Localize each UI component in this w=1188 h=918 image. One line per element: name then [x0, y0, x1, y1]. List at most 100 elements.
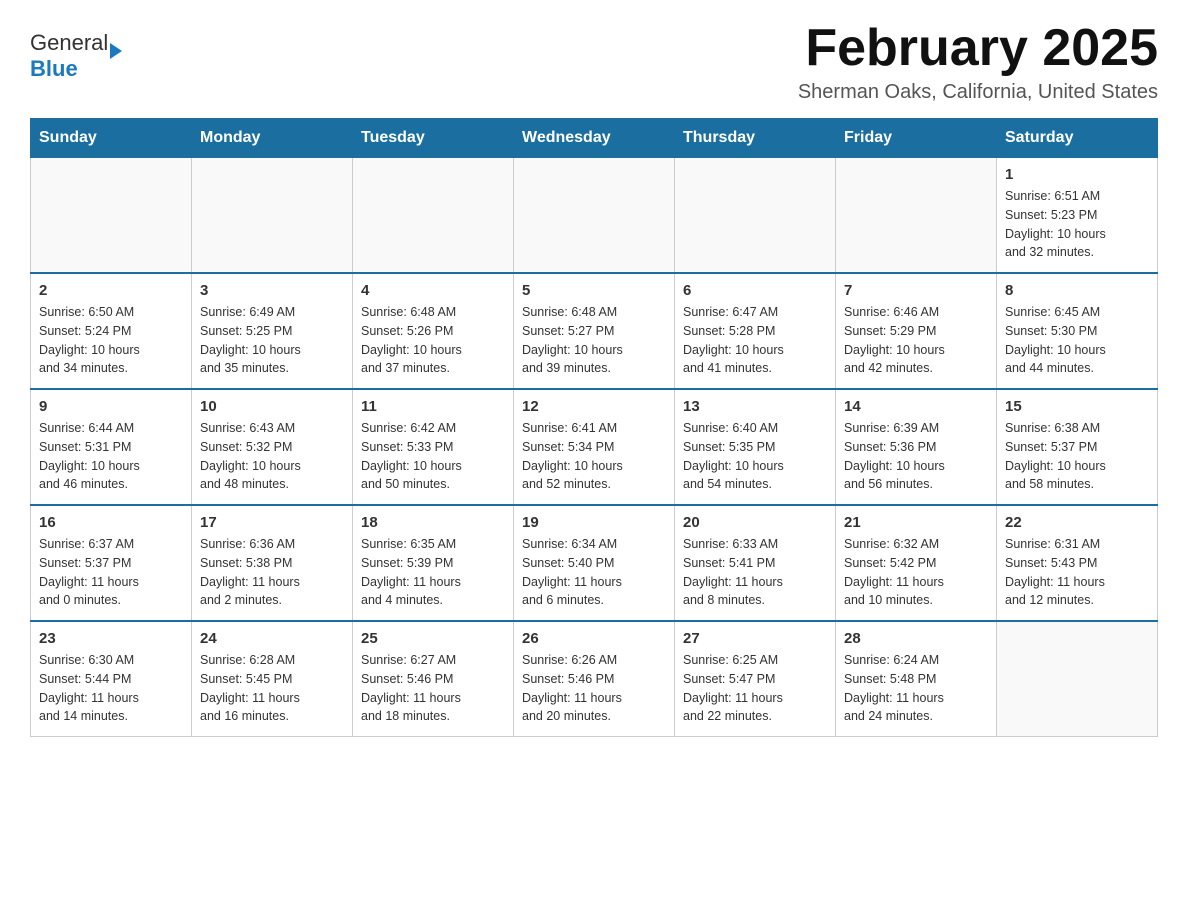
location-subtitle: Sherman Oaks, California, United States	[798, 81, 1158, 104]
calendar-cell: 28 Sunrise: 6:24 AM Sunset: 5:48 PM Dayli…	[836, 621, 997, 737]
day-info: Sunrise: 6:25 AM Sunset: 5:47 PM Dayligh…	[683, 651, 827, 726]
day-number: 13	[683, 398, 827, 415]
calendar-cell: 17Sunrise: 6:36 AM Sunset: 5:38 PM Dayli…	[192, 505, 353, 621]
day-number: 6	[683, 282, 827, 299]
logo-blue: Blue	[30, 56, 78, 81]
day-info: Sunrise: 6:46 AM Sunset: 5:29 PM Dayligh…	[844, 303, 988, 378]
calendar-cell: 15 Sunrise: 6:38 AM Sunset: 5:37 PM Dayli…	[997, 389, 1158, 505]
day-number: 9	[39, 398, 183, 415]
day-info: Sunrise: 6:48 AM Sunset: 5:26 PM Dayligh…	[361, 303, 505, 378]
logo-arrow-icon	[110, 43, 122, 59]
calendar-cell	[31, 158, 192, 274]
calendar-cell: 16Sunrise: 6:37 AM Sunset: 5:37 PM Dayli…	[31, 505, 192, 621]
day-info: Sunrise: 6:45 AM Sunset: 5:30 PM Dayligh…	[1005, 303, 1149, 378]
calendar-cell: 13 Sunrise: 6:40 AM Sunset: 5:35 PM Dayli…	[675, 389, 836, 505]
day-number: 2	[39, 282, 183, 299]
col-header-wednesday: Wednesday	[514, 119, 675, 158]
col-header-monday: Monday	[192, 119, 353, 158]
day-number: 22	[1005, 514, 1149, 531]
calendar-week-row: 23 Sunrise: 6:30 AM Sunset: 5:44 PM Dayli…	[31, 621, 1158, 737]
calendar-cell: 6Sunrise: 6:47 AM Sunset: 5:28 PM Daylig…	[675, 273, 836, 389]
calendar-cell	[353, 158, 514, 274]
day-info: Sunrise: 6:49 AM Sunset: 5:25 PM Dayligh…	[200, 303, 344, 378]
calendar-cell	[836, 158, 997, 274]
calendar-cell	[675, 158, 836, 274]
col-header-thursday: Thursday	[675, 119, 836, 158]
day-info: Sunrise: 6:31 AM Sunset: 5:43 PM Dayligh…	[1005, 535, 1149, 610]
calendar-cell: 26 Sunrise: 6:26 AM Sunset: 5:46 PM Dayli…	[514, 621, 675, 737]
day-number: 20	[683, 514, 827, 531]
day-number: 5	[522, 282, 666, 299]
calendar-cell: 8 Sunrise: 6:45 AM Sunset: 5:30 PM Daylig…	[997, 273, 1158, 389]
day-number: 23	[39, 630, 183, 647]
day-info: Sunrise: 6:42 AM Sunset: 5:33 PM Dayligh…	[361, 419, 505, 494]
day-number: 18	[361, 514, 505, 531]
day-number: 3	[200, 282, 344, 299]
calendar-cell: 12 Sunrise: 6:41 AM Sunset: 5:34 PM Dayli…	[514, 389, 675, 505]
day-number: 24	[200, 630, 344, 647]
calendar-cell: 10Sunrise: 6:43 AM Sunset: 5:32 PM Dayli…	[192, 389, 353, 505]
day-number: 21	[844, 514, 988, 531]
calendar-cell	[192, 158, 353, 274]
calendar-cell: 5 Sunrise: 6:48 AM Sunset: 5:27 PM Daylig…	[514, 273, 675, 389]
logo: General Blue	[30, 30, 122, 82]
day-number: 27	[683, 630, 827, 647]
day-info: Sunrise: 6:34 AM Sunset: 5:40 PM Dayligh…	[522, 535, 666, 610]
calendar-cell	[997, 621, 1158, 737]
day-number: 15	[1005, 398, 1149, 415]
title-block: February 2025 Sherman Oaks, California, …	[798, 20, 1158, 104]
day-info: Sunrise: 6:40 AM Sunset: 5:35 PM Dayligh…	[683, 419, 827, 494]
calendar-cell: 11 Sunrise: 6:42 AM Sunset: 5:33 PM Dayli…	[353, 389, 514, 505]
month-title: February 2025	[798, 20, 1158, 77]
calendar-week-row: 1 Sunrise: 6:51 AM Sunset: 5:23 PM Daylig…	[31, 158, 1158, 274]
day-number: 12	[522, 398, 666, 415]
day-number: 28	[844, 630, 988, 647]
calendar-cell: 9Sunrise: 6:44 AM Sunset: 5:31 PM Daylig…	[31, 389, 192, 505]
calendar-cell: 24 Sunrise: 6:28 AM Sunset: 5:45 PM Dayli…	[192, 621, 353, 737]
calendar-cell: 25 Sunrise: 6:27 AM Sunset: 5:46 PM Dayli…	[353, 621, 514, 737]
day-info: Sunrise: 6:28 AM Sunset: 5:45 PM Dayligh…	[200, 651, 344, 726]
day-info: Sunrise: 6:39 AM Sunset: 5:36 PM Dayligh…	[844, 419, 988, 494]
day-info: Sunrise: 6:24 AM Sunset: 5:48 PM Dayligh…	[844, 651, 988, 726]
calendar-cell: 14Sunrise: 6:39 AM Sunset: 5:36 PM Dayli…	[836, 389, 997, 505]
day-info: Sunrise: 6:26 AM Sunset: 5:46 PM Dayligh…	[522, 651, 666, 726]
calendar-week-row: 2 Sunrise: 6:50 AM Sunset: 5:24 PM Daylig…	[31, 273, 1158, 389]
calendar-cell: 4 Sunrise: 6:48 AM Sunset: 5:26 PM Daylig…	[353, 273, 514, 389]
calendar-cell: 22 Sunrise: 6:31 AM Sunset: 5:43 PM Dayli…	[997, 505, 1158, 621]
col-header-saturday: Saturday	[997, 119, 1158, 158]
calendar-week-row: 9Sunrise: 6:44 AM Sunset: 5:31 PM Daylig…	[31, 389, 1158, 505]
calendar-cell: 2 Sunrise: 6:50 AM Sunset: 5:24 PM Daylig…	[31, 273, 192, 389]
day-info: Sunrise: 6:37 AM Sunset: 5:37 PM Dayligh…	[39, 535, 183, 610]
day-info: Sunrise: 6:27 AM Sunset: 5:46 PM Dayligh…	[361, 651, 505, 726]
col-header-friday: Friday	[836, 119, 997, 158]
page-header: General Blue February 2025 Sherman Oaks,…	[30, 20, 1158, 104]
calendar-cell: 19Sunrise: 6:34 AM Sunset: 5:40 PM Dayli…	[514, 505, 675, 621]
logo-general: General	[30, 30, 108, 55]
day-number: 26	[522, 630, 666, 647]
day-number: 10	[200, 398, 344, 415]
calendar-cell: 27 Sunrise: 6:25 AM Sunset: 5:47 PM Dayli…	[675, 621, 836, 737]
day-number: 1	[1005, 166, 1149, 183]
day-number: 8	[1005, 282, 1149, 299]
calendar-cell: 20 Sunrise: 6:33 AM Sunset: 5:41 PM Dayli…	[675, 505, 836, 621]
calendar-cell: 23 Sunrise: 6:30 AM Sunset: 5:44 PM Dayli…	[31, 621, 192, 737]
logo-text: General Blue	[30, 30, 108, 82]
col-header-tuesday: Tuesday	[353, 119, 514, 158]
day-info: Sunrise: 6:30 AM Sunset: 5:44 PM Dayligh…	[39, 651, 183, 726]
day-info: Sunrise: 6:41 AM Sunset: 5:34 PM Dayligh…	[522, 419, 666, 494]
day-info: Sunrise: 6:35 AM Sunset: 5:39 PM Dayligh…	[361, 535, 505, 610]
day-info: Sunrise: 6:50 AM Sunset: 5:24 PM Dayligh…	[39, 303, 183, 378]
day-number: 11	[361, 398, 505, 415]
day-info: Sunrise: 6:48 AM Sunset: 5:27 PM Dayligh…	[522, 303, 666, 378]
calendar-table: SundayMondayTuesdayWednesdayThursdayFrid…	[30, 118, 1158, 737]
day-info: Sunrise: 6:51 AM Sunset: 5:23 PM Dayligh…	[1005, 187, 1149, 262]
day-info: Sunrise: 6:33 AM Sunset: 5:41 PM Dayligh…	[683, 535, 827, 610]
calendar-header-row: SundayMondayTuesdayWednesdayThursdayFrid…	[31, 119, 1158, 158]
calendar-cell: 18 Sunrise: 6:35 AM Sunset: 5:39 PM Dayli…	[353, 505, 514, 621]
day-number: 25	[361, 630, 505, 647]
calendar-cell: 7 Sunrise: 6:46 AM Sunset: 5:29 PM Daylig…	[836, 273, 997, 389]
day-info: Sunrise: 6:32 AM Sunset: 5:42 PM Dayligh…	[844, 535, 988, 610]
day-info: Sunrise: 6:38 AM Sunset: 5:37 PM Dayligh…	[1005, 419, 1149, 494]
day-number: 4	[361, 282, 505, 299]
day-number: 7	[844, 282, 988, 299]
